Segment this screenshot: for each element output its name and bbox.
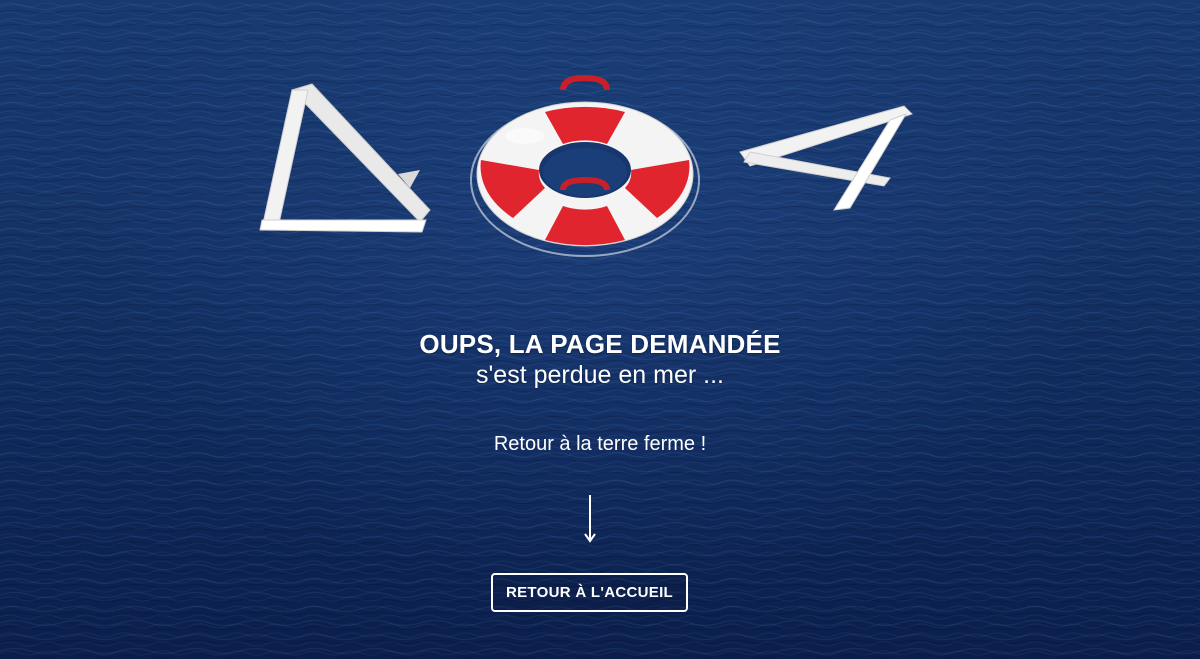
lifebuoy-icon <box>470 74 700 257</box>
arrow-down-icon <box>584 495 596 543</box>
page-subtitle: s'est perdue en mer ... <box>476 361 724 389</box>
digit-left-label: 4 <box>250 70 251 71</box>
home-button[interactable]: RETOUR À L'ACCUEIL <box>491 573 688 612</box>
error-message: OUPS, LA PAGE DEMANDÉE s'est perdue en m… <box>0 328 1200 390</box>
digit-right-label: 4 <box>250 70 251 71</box>
digit-four-left <box>259 83 431 233</box>
page-title: OUPS, LA PAGE DEMANDÉE <box>419 329 781 359</box>
error-404-illustration: 4 4 <box>250 70 930 260</box>
cta-text: Retour à la terre ferme ! <box>493 433 707 455</box>
digit-four-right <box>739 105 913 211</box>
